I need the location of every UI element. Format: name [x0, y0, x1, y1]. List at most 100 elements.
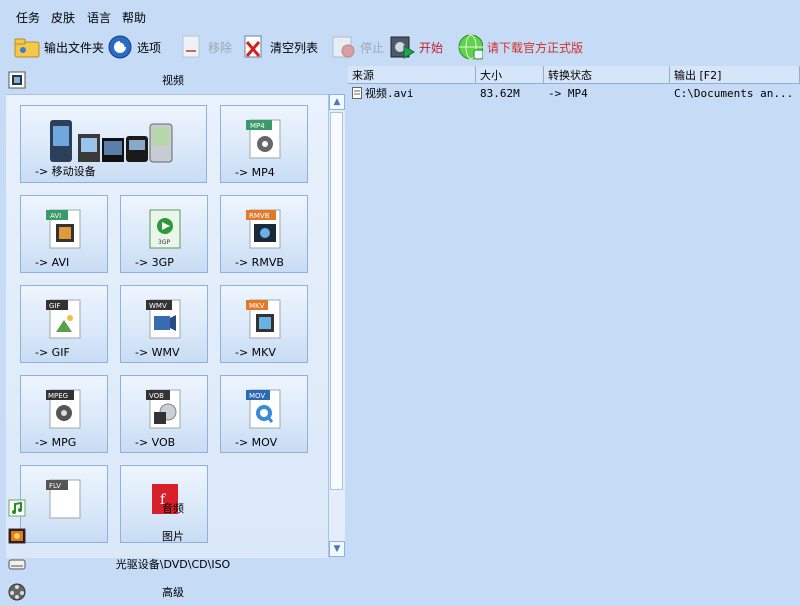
svg-text:GIF: GIF	[49, 302, 61, 310]
remove-button[interactable]: 移除	[178, 32, 232, 62]
tile-wmv-label: -> WMV	[135, 346, 180, 359]
clear-list-label: 清空列表	[270, 40, 319, 55]
download-label: 请下载官方正式版	[487, 40, 584, 55]
remove-icon	[178, 34, 204, 60]
tile-mpg[interactable]: MPEG -> MPG	[20, 375, 108, 453]
gif-file-icon: GIF	[44, 296, 84, 343]
advanced-category-label: 高级	[162, 586, 184, 599]
format-grid-scrollbar[interactable]: ▲ ▼	[328, 94, 345, 557]
size-cell: 83.62M	[480, 86, 520, 100]
remove-label: 移除	[208, 40, 233, 55]
svg-text:MOV: MOV	[249, 392, 265, 400]
col-source[interactable]: 来源	[348, 66, 476, 84]
tile-mobile-device[interactable]: -> 移动设备	[20, 105, 207, 183]
video-category-label: 视频	[162, 74, 184, 87]
start-label: 开始	[419, 40, 444, 55]
col-size[interactable]: 大小	[476, 66, 544, 84]
menu-bar: 任务 皮肤 语言 帮助	[0, 0, 800, 32]
tile-gif-label: -> GIF	[35, 346, 70, 359]
svg-text:3GP: 3GP	[158, 239, 170, 246]
menu-help[interactable]: 帮助	[122, 9, 146, 26]
tile-3gp-label: -> 3GP	[135, 256, 174, 269]
mov-file-icon: MOV	[244, 386, 284, 433]
scroll-thumb[interactable]	[330, 112, 343, 490]
stop-label: 停止	[360, 40, 385, 55]
svg-text:MKV: MKV	[249, 302, 265, 310]
tile-mkv[interactable]: MKV -> MKV	[220, 285, 308, 363]
tile-mov[interactable]: MOV -> MOV	[220, 375, 308, 453]
video-film-icon	[8, 71, 26, 89]
picture-category-header[interactable]: 图片	[0, 522, 346, 550]
mkv-file-icon: MKV	[244, 296, 284, 343]
tile-mp4-label: -> MP4	[235, 166, 275, 179]
picture-category-label: 图片	[162, 530, 184, 543]
col-output[interactable]: 输出 [F2]	[670, 66, 800, 84]
mobile-devices-icon	[44, 116, 184, 169]
options-label: 选项	[137, 40, 162, 55]
audio-category-label: 音频	[162, 502, 184, 515]
output-folder-button[interactable]: 输出文件夹	[14, 32, 104, 62]
audio-category-header[interactable]: 音频	[0, 494, 346, 522]
options-icon	[107, 34, 133, 60]
advanced-category-header[interactable]: 高级	[0, 578, 346, 606]
folder-icon	[14, 34, 40, 60]
wmv-file-icon: WMV	[144, 296, 184, 343]
svg-text:MP4: MP4	[250, 122, 265, 130]
output-cell: C:\Documents an...	[674, 86, 794, 100]
mp4-file-icon: MP4	[244, 116, 284, 163]
video-category-header[interactable]: 视频	[0, 66, 346, 94]
stop-button[interactable]: 停止	[330, 32, 384, 62]
rmvb-file-icon: RMVB	[244, 206, 284, 253]
svg-text:FLV: FLV	[49, 482, 61, 490]
disc-category-header[interactable]: 光驱设备\DVD\CD\ISO	[0, 550, 346, 578]
conversion-panel: 视频 -> 移动设备 MP4 -> MP4 AVI -> AVI 3GP -> …	[0, 64, 346, 601]
menu-skin[interactable]: 皮肤	[51, 9, 75, 26]
tile-mobile-device-label: -> 移动设备	[35, 165, 96, 178]
status-cell: -> MP4	[548, 86, 588, 100]
col-status[interactable]: 转换状态	[544, 66, 670, 84]
svg-text:VOB: VOB	[149, 392, 164, 400]
tile-3gp[interactable]: 3GP -> 3GP	[120, 195, 208, 273]
tile-wmv[interactable]: WMV -> WMV	[120, 285, 208, 363]
disc-drive-icon	[8, 555, 26, 573]
tile-mp4[interactable]: MP4 -> MP4	[220, 105, 308, 183]
scroll-up-button[interactable]: ▲	[329, 94, 345, 110]
tile-rmvb[interactable]: RMVB -> RMVB	[220, 195, 308, 273]
download-official-link[interactable]: 请下载官方正式版	[457, 32, 583, 62]
clear-list-button[interactable]: 清空列表	[240, 32, 318, 62]
output-folder-label: 输出文件夹	[44, 40, 105, 55]
mpeg-file-icon: MPEG	[44, 386, 84, 433]
svg-text:RMVB: RMVB	[249, 212, 270, 220]
svg-text:AVI: AVI	[50, 212, 61, 220]
tile-vob-label: -> VOB	[135, 436, 176, 449]
start-icon	[389, 34, 415, 60]
tile-mov-label: -> MOV	[235, 436, 278, 449]
start-button[interactable]: 开始	[389, 32, 443, 62]
clear-list-icon	[240, 34, 266, 60]
options-button[interactable]: 选项	[107, 32, 161, 62]
table-row[interactable]: 视频.avi 83.62M -> MP4 C:\Documents an...	[348, 84, 800, 102]
tile-mpg-label: -> MPG	[35, 436, 77, 449]
tile-rmvb-label: -> RMVB	[235, 256, 284, 269]
picture-icon	[8, 527, 26, 545]
source-cell: 视频.avi	[352, 84, 476, 102]
stop-icon	[330, 34, 356, 60]
vob-file-icon: VOB	[144, 386, 184, 433]
disc-category-label: 光驱设备\DVD\CD\ISO	[115, 558, 231, 571]
tile-gif[interactable]: GIF -> GIF	[20, 285, 108, 363]
svg-text:WMV: WMV	[149, 302, 167, 310]
file-list: 来源 大小 转换状态 输出 [F2] 视频.avi 83.62M -> MP4 …	[348, 66, 800, 600]
film-reel-icon	[8, 583, 26, 601]
video-format-grid: -> 移动设备 MP4 -> MP4 AVI -> AVI 3GP -> 3GP…	[6, 94, 328, 558]
3gp-file-icon: 3GP	[144, 206, 184, 253]
menu-language[interactable]: 语言	[87, 9, 111, 26]
globe-icon	[457, 34, 483, 60]
music-note-icon	[8, 499, 26, 517]
tile-avi[interactable]: AVI -> AVI	[20, 195, 108, 273]
tile-mkv-label: -> MKV	[235, 346, 276, 359]
avi-file-icon: AVI	[44, 206, 84, 253]
source-text: 视频.avi	[365, 87, 414, 100]
tile-avi-label: -> AVI	[35, 256, 70, 269]
menu-task[interactable]: 任务	[16, 9, 40, 26]
tile-vob[interactable]: VOB -> VOB	[120, 375, 208, 453]
